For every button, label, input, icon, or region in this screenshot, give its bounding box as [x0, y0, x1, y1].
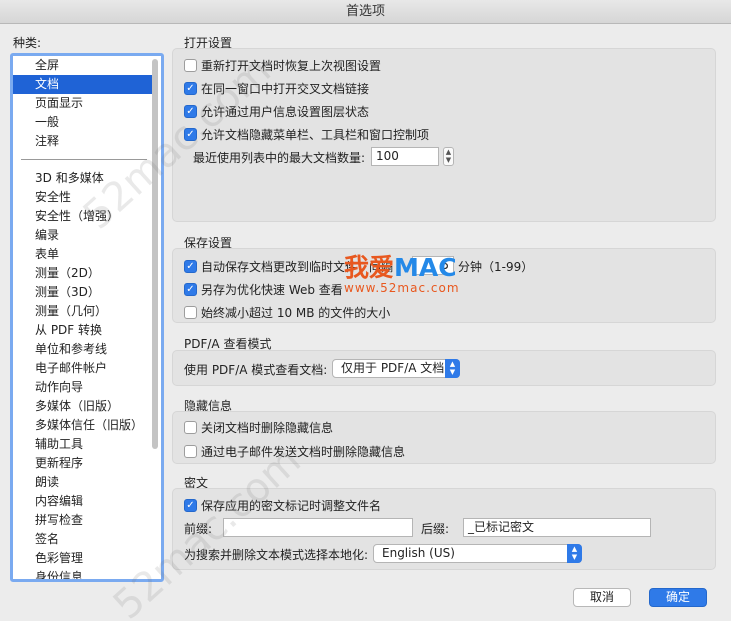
remove-on-email-checkbox[interactable]: [184, 445, 197, 458]
cancel-button[interactable]: 取消: [573, 588, 631, 607]
category-item-multimedia-trust[interactable]: 多媒体信任（旧版）: [13, 416, 153, 435]
watermark-url: www.52mac.com: [344, 281, 460, 295]
remove-on-close-checkbox[interactable]: [184, 421, 197, 434]
category-item-action-wizard[interactable]: 动作向导: [13, 378, 153, 397]
category-item-accessibility[interactable]: 辅助工具: [13, 435, 153, 454]
reduce-size-option[interactable]: 始终减小超过 10 MB 的文件的大小: [184, 304, 390, 321]
category-scroll-thumb[interactable]: [152, 59, 158, 449]
fast-web-checkbox[interactable]: ✓: [184, 283, 197, 296]
category-item-commenting[interactable]: 注释: [13, 132, 153, 151]
category-item-color-management[interactable]: 色彩管理: [13, 549, 153, 568]
category-item-multimedia-legacy[interactable]: 多媒体（旧版）: [13, 397, 153, 416]
category-item-email-accounts[interactable]: 电子邮件帐户: [13, 359, 153, 378]
category-item-measuring-2d[interactable]: 测量（2D）: [13, 264, 153, 283]
reduce-size-checkbox[interactable]: [184, 306, 197, 319]
pdfa-mode-value: 仅用于 PDF/A 文档: [341, 361, 445, 375]
suffix-input[interactable]: _已标记密文: [463, 518, 651, 537]
category-item-documents[interactable]: 文档: [13, 75, 153, 94]
window-title: 首选项: [0, 0, 731, 24]
category-label: 种类:: [13, 36, 42, 50]
fast-web-option[interactable]: ✓ 另存为优化快速 Web 查看: [184, 281, 343, 298]
autosave-unit-label: 分钟（1-99）: [458, 260, 534, 274]
watermark-logo-b: MAC: [394, 253, 457, 282]
pdfa-mode-select[interactable]: 仅用于 PDF/A 文档 ▲ ▼: [332, 359, 460, 378]
category-item-general[interactable]: 一般: [13, 113, 153, 132]
category-item-reading[interactable]: 朗读: [13, 473, 153, 492]
restore-view-option[interactable]: 重新打开文档时恢复上次视图设置: [184, 57, 381, 74]
max-docs-input[interactable]: 100: [371, 147, 439, 166]
chevron-updown-icon[interactable]: ▲ ▼: [445, 359, 460, 378]
remove-on-close-label: 关闭文档时删除隐藏信息: [201, 421, 334, 435]
pdfa-label: 使用 PDF/A 模式查看文档:: [184, 363, 328, 377]
max-docs-label: 最近使用列表中的最大文档数量:: [193, 151, 366, 165]
chevron-down-icon[interactable]: ▼: [444, 156, 453, 164]
category-item-content-editing[interactable]: 内容编辑: [13, 492, 153, 511]
same-window-checkbox[interactable]: ✓: [184, 82, 197, 95]
category-item-page-display[interactable]: 页面显示: [13, 94, 153, 113]
fast-web-label: 另存为优化快速 Web 查看: [201, 283, 343, 297]
category-item-measuring-geo[interactable]: 测量（几何）: [13, 302, 153, 321]
watermark-logo-a: 我爱: [344, 253, 395, 282]
category-item-signatures[interactable]: 签名: [13, 530, 153, 549]
category-item-fullscreen[interactable]: 全屏: [13, 56, 153, 75]
chevron-up-icon[interactable]: ▲: [444, 148, 453, 156]
chevron-updown-icon[interactable]: ▲ ▼: [567, 544, 582, 563]
max-docs-stepper[interactable]: ▲ ▼: [443, 147, 454, 166]
category-item-forms[interactable]: 表单: [13, 245, 153, 264]
watermark-logo: 我爱MAC www.52mac.com: [344, 253, 460, 295]
suffix-label: 后缀:: [421, 522, 450, 536]
autosave-checkbox[interactable]: ✓: [184, 260, 197, 273]
category-item-updater[interactable]: 更新程序: [13, 454, 153, 473]
reduce-size-label: 始终减小超过 10 MB 的文件的大小: [201, 306, 391, 320]
ok-button[interactable]: 确定: [649, 588, 707, 607]
hide-ui-label: 允许文档隐藏菜单栏、工具栏和窗口控制项: [201, 128, 430, 142]
category-list[interactable]: 全屏 文档 页面显示 一般 注释 3D 和多媒体 安全性 安全性（增强） 编录 …: [10, 53, 164, 582]
category-item-convert-from-pdf[interactable]: 从 PDF 转换: [13, 321, 153, 340]
locale-value: English (US): [382, 546, 455, 560]
category-item-units-guides[interactable]: 单位和参考线: [13, 340, 153, 359]
remove-on-close-option[interactable]: 关闭文档时删除隐藏信息: [184, 419, 333, 436]
category-item-measuring-3d[interactable]: 测量（3D）: [13, 283, 153, 302]
restore-view-checkbox[interactable]: [184, 59, 197, 72]
locale-select[interactable]: English (US) ▲ ▼: [373, 544, 582, 563]
category-item-catalog[interactable]: 编录: [13, 226, 153, 245]
remove-on-email-label: 通过电子邮件发送文档时删除隐藏信息: [201, 445, 406, 459]
category-item-spelling[interactable]: 拼写检查: [13, 511, 153, 530]
adjust-filename-checkbox[interactable]: ✓: [184, 499, 197, 512]
